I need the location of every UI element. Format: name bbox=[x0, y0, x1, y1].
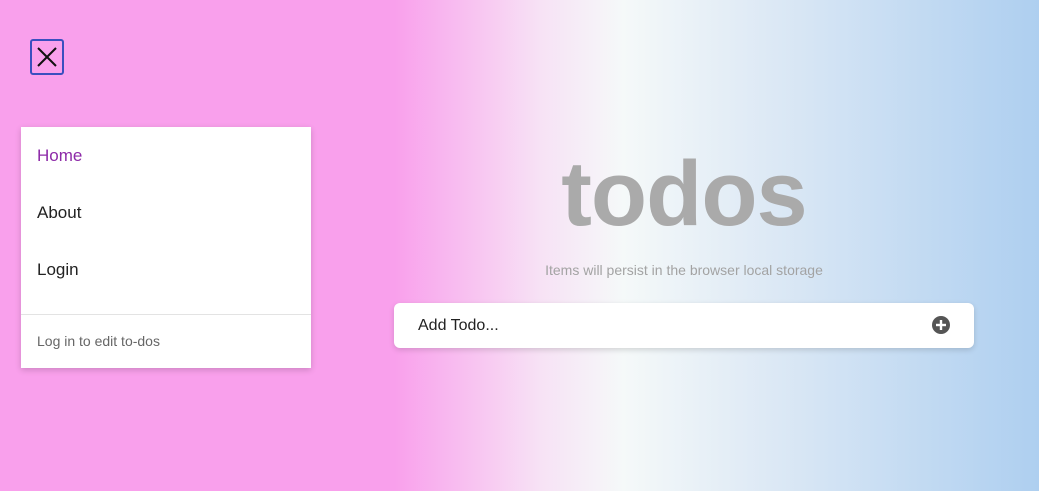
app-title: todos bbox=[561, 143, 807, 245]
add-todo-input[interactable] bbox=[394, 303, 914, 348]
close-menu-button[interactable] bbox=[30, 39, 64, 75]
nav-item-home[interactable]: Home bbox=[37, 146, 82, 166]
nav-item-login[interactable]: Login bbox=[37, 260, 79, 280]
app-subtitle: Items will persist in the browser local … bbox=[545, 262, 823, 278]
nav-divider bbox=[21, 314, 311, 315]
nav-item-about[interactable]: About bbox=[37, 203, 81, 223]
close-icon bbox=[37, 47, 57, 67]
add-todo-button[interactable] bbox=[932, 316, 950, 334]
side-menu: Home About Login Log in to edit to-dos bbox=[21, 127, 311, 368]
nav-footer-text: Log in to edit to-dos bbox=[37, 333, 160, 349]
plus-circle-icon bbox=[932, 316, 950, 334]
add-todo-bar bbox=[394, 303, 974, 348]
